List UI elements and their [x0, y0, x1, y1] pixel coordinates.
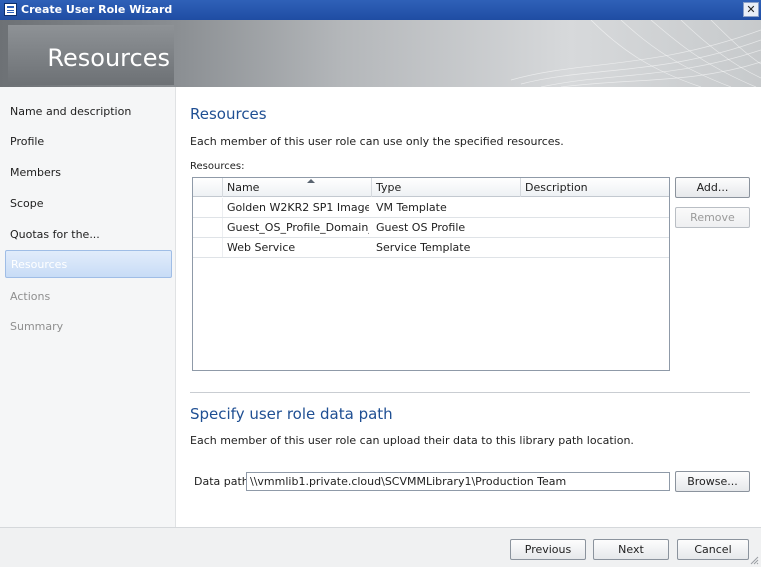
nav-item-members[interactable]: Members [10, 166, 61, 179]
add-resource-button[interactable]: Add... [675, 177, 750, 198]
nav-item-profile[interactable]: Profile [10, 135, 44, 148]
window-title: Create User Role Wizard [21, 3, 173, 16]
cell-type: Guest OS Profile [376, 221, 466, 234]
remove-resource-button: Remove [675, 207, 750, 228]
browse-button[interactable]: Browse... [675, 471, 750, 492]
cell-type: Service Template [376, 241, 471, 254]
cell-name: Golden W2KR2 SP1 Image v2 [227, 201, 369, 214]
page-heading: Resources [47, 44, 170, 72]
table-row[interactable]: Guest_OS_Profile_Domain_... Guest OS Pro… [193, 218, 669, 238]
banner-wave-decoration [510, 20, 761, 87]
cell-type: VM Template [376, 201, 447, 214]
section-divider [190, 392, 750, 393]
column-separator[interactable] [520, 178, 521, 197]
previous-button[interactable]: Previous [510, 539, 586, 560]
nav-item-scope[interactable]: Scope [10, 197, 44, 210]
title-bar: Create User Role Wizard ✕ [0, 0, 761, 20]
next-button[interactable]: Next [593, 539, 669, 560]
table-row[interactable]: Golden W2KR2 SP1 Image v2 VM Template [193, 198, 669, 218]
wizard-footer: Previous Next Cancel [0, 527, 761, 567]
row-selector [193, 238, 223, 257]
resources-grid[interactable]: Name Type Description Golden W2KR2 SP1 I… [192, 177, 670, 371]
row-selector [193, 218, 223, 237]
row-selector [193, 198, 223, 217]
nav-item-quotas[interactable]: Quotas for the... [10, 228, 100, 241]
resources-section-title: Resources [190, 105, 267, 123]
column-separator[interactable] [371, 178, 372, 197]
header-banner: Resources [0, 20, 761, 87]
cell-name: Guest_OS_Profile_Domain_... [227, 221, 369, 234]
window-icon [4, 3, 17, 16]
resources-list-label: Resources: [190, 161, 245, 172]
cancel-button[interactable]: Cancel [677, 539, 749, 560]
column-header-name[interactable]: Name [227, 181, 259, 194]
wizard-nav: Name and description Profile Members Sco… [0, 87, 176, 527]
nav-item-summary: Summary [10, 320, 64, 333]
main-panel: Resources Each member of this user role … [177, 87, 761, 527]
data-path-description: Each member of this user role can upload… [190, 434, 634, 447]
data-path-label: Data path: [194, 475, 253, 488]
column-header-type[interactable]: Type [376, 181, 401, 194]
nav-item-actions: Actions [10, 290, 51, 303]
sort-ascending-icon [307, 179, 315, 183]
data-path-section-title: Specify user role data path [190, 405, 393, 423]
resources-description: Each member of this user role can use on… [190, 135, 564, 148]
data-path-input[interactable]: \\vmmlib1.private.cloud\SCVMMLibrary1\Pr… [246, 472, 670, 491]
cell-name: Web Service [227, 241, 296, 254]
nav-item-resources[interactable]: Resources [5, 250, 172, 278]
grid-header: Name Type Description [193, 178, 669, 197]
close-button[interactable]: ✕ [743, 2, 759, 17]
column-header-description[interactable]: Description [525, 181, 588, 194]
nav-item-name-description[interactable]: Name and description [10, 105, 131, 118]
resize-grip-icon[interactable] [749, 555, 759, 565]
grid-header-selector [193, 178, 223, 197]
table-row[interactable]: Web Service Service Template [193, 238, 669, 258]
